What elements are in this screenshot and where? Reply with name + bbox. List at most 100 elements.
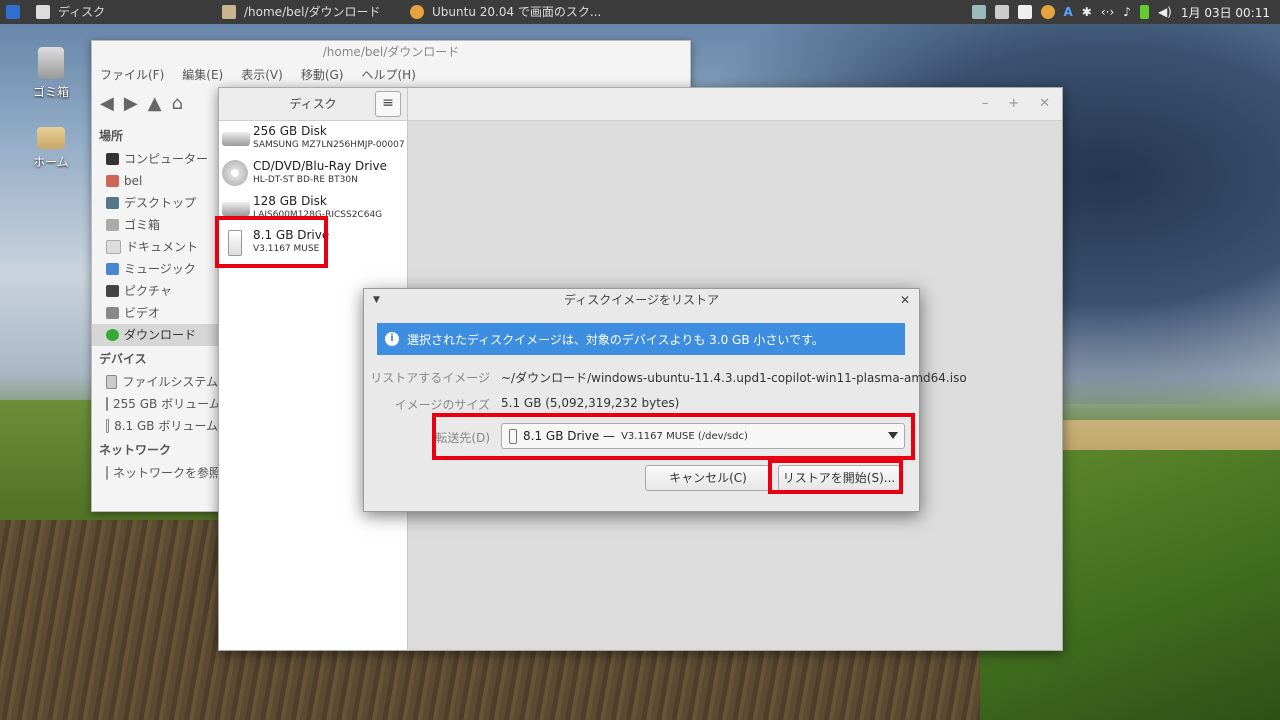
pictures-icon <box>106 285 119 297</box>
menu-go[interactable]: 移動(G) <box>301 66 344 83</box>
taskbar-item-browser[interactable]: Ubuntu 20.04 で画面のスク... <box>410 0 601 24</box>
desktop-home[interactable]: ホーム <box>21 123 81 170</box>
disk-device-128gb[interactable]: 128 GB Disk LAJS600M128G-RICSS2C64G <box>219 192 407 226</box>
devices-header: デバイス <box>99 352 147 366</box>
destination-select[interactable]: 8.1 GB Drive — V3.1167 MUSE (/dev/sdc) <box>501 423 905 449</box>
computer-icon <box>106 153 119 165</box>
device-label: 255 GB ボリューム <box>113 397 218 411</box>
place-label: ピクチャ <box>124 284 172 298</box>
place-downloads[interactable]: ダウンロード <box>92 324 218 346</box>
drive-icon <box>106 397 108 411</box>
start-restore-button[interactable]: リストアを開始(S)... <box>778 465 900 491</box>
place-label: ドキュメント <box>126 240 199 254</box>
place-home[interactable]: bel <box>92 170 218 192</box>
taskbar-item-disks[interactable]: ディスク <box>36 0 105 24</box>
place-music[interactable]: ミュージック <box>92 258 218 280</box>
disk-device-8gb[interactable]: 8.1 GB Drive V3.1167 MUSE <box>219 226 407 260</box>
info-bar: i 選択されたディスクイメージは、対象のデバイスよりも 3.0 GB 小さいです… <box>377 323 905 355</box>
disks-header: ディスク ≡ <box>219 88 407 121</box>
menu-help[interactable]: ヘルプ(H) <box>361 66 415 83</box>
device-model: SAMSUNG MZ7LN256HMJP-00007 <box>253 140 405 150</box>
taskbar-label: Ubuntu 20.04 で画面のスク... <box>432 5 602 19</box>
dialog-menu-icon[interactable]: ▼ <box>373 289 380 311</box>
dialog-close-icon[interactable]: ✕ <box>900 289 910 311</box>
maximize-icon[interactable]: + <box>1008 96 1019 111</box>
restore-image-dialog: ▼ ディスクイメージをリストア ✕ i 選択されたディスクイメージは、対象のデバ… <box>363 288 967 512</box>
desktop-trash[interactable]: ゴミ箱 <box>21 47 81 100</box>
places-sidebar: 場所 コンピューター bel デスクトップ ゴミ箱 ドキュメント ミュージック … <box>92 123 218 484</box>
device-8gb[interactable]: 8.1 GB ボリューム <box>92 415 218 437</box>
cancel-button[interactable]: キャンセル(C) <box>645 465 771 491</box>
screenshot-icon[interactable] <box>994 5 1009 19</box>
place-label: ゴミ箱 <box>124 218 161 232</box>
desktop-trash-label: ゴミ箱 <box>32 85 69 99</box>
place-pictures[interactable]: ピクチャ <box>92 280 218 302</box>
up-arrow-icon[interactable]: ▲ <box>148 93 162 114</box>
menu-view[interactable]: 表示(V) <box>241 66 283 83</box>
disk-device-optical[interactable]: CD/DVD/Blu-Ray Drive HL-DT-ST BD-RE BT30… <box>219 157 407 191</box>
usb-icon <box>228 230 242 256</box>
place-label: デスクトップ <box>124 196 197 210</box>
device-model: V3.1167 MUSE <box>253 244 320 254</box>
place-label: ミュージック <box>124 262 196 276</box>
hamburger-menu-icon[interactable]: ≡ <box>375 91 401 117</box>
image-label: リストアするイメージ <box>370 371 490 385</box>
menu-file[interactable]: ファイル(F) <box>100 66 164 83</box>
device-name: 256 GB Disk <box>253 124 327 138</box>
window-controls: – + ✕ <box>982 96 1050 111</box>
device-label: 8.1 GB ボリューム <box>114 419 218 433</box>
top-panel: ディスク /home/bel/ダウンロード Ubuntu 20.04 で画面のス… <box>0 0 1280 24</box>
minimize-icon[interactable]: – <box>982 96 989 111</box>
input-method-icon[interactable]: A <box>1064 5 1073 19</box>
bluetooth-icon[interactable]: ✱ <box>1082 5 1092 19</box>
whisker-menu-button[interactable] <box>6 0 20 24</box>
desktop-icon <box>106 197 119 209</box>
disks-title: ディスク <box>289 97 337 111</box>
device-255gb[interactable]: 255 GB ボリューム <box>92 393 218 415</box>
menu-edit[interactable]: 編集(E) <box>182 66 223 83</box>
device-label: ファイルシステム <box>122 375 218 389</box>
trash-icon <box>106 219 119 231</box>
place-computer[interactable]: コンピューター <box>92 148 218 170</box>
battery-icon[interactable] <box>1139 5 1149 19</box>
home-icon[interactable]: ⌂ <box>172 93 183 114</box>
system-tray: A ✱ ‹·› ♪ ◀) 1月 03日 00:11 <box>971 0 1270 24</box>
volume-icon[interactable]: ◀) <box>1158 5 1172 19</box>
monitor-icon[interactable] <box>971 5 986 19</box>
place-label: ビデオ <box>124 306 161 320</box>
place-trash[interactable]: ゴミ箱 <box>92 214 218 236</box>
disks-app-icon <box>36 5 50 19</box>
place-documents[interactable]: ドキュメント <box>92 236 218 258</box>
forward-arrow-icon[interactable]: ▶ <box>124 93 138 114</box>
window-title: /home/bel/ダウンロード <box>322 45 460 59</box>
place-videos[interactable]: ビデオ <box>92 302 218 324</box>
download-icon <box>106 329 119 341</box>
file-manager-menubar: ファイル(F) 編集(E) 表示(V) 移動(G) ヘルプ(H) <box>92 63 690 85</box>
desktop-home-label: ホーム <box>33 155 69 169</box>
close-icon[interactable]: ✕ <box>1039 96 1050 111</box>
network-header: ネットワーク <box>99 443 172 457</box>
size-value: 5.1 GB (5,092,319,232 bytes) <box>501 396 680 410</box>
notes-icon[interactable] <box>1017 5 1032 19</box>
dialog-titlebar: ▼ ディスクイメージをリストア ✕ <box>364 289 919 311</box>
back-arrow-icon[interactable]: ◀ <box>100 93 114 114</box>
destination-detail: V3.1167 MUSE (/dev/sdc) <box>621 430 748 442</box>
chrome-tray-icon[interactable] <box>1040 5 1055 19</box>
taskbar-item-files[interactable]: /home/bel/ダウンロード <box>222 0 380 24</box>
device-name: CD/DVD/Blu-Ray Drive <box>253 159 388 173</box>
clock[interactable]: 1月 03日 00:11 <box>1181 4 1270 21</box>
chrome-icon <box>410 5 424 19</box>
trash-icon <box>38 47 64 79</box>
disks-detail-header: – + ✕ <box>408 88 1062 121</box>
place-label: bel <box>124 174 143 188</box>
device-filesystem[interactable]: ファイルシステム <box>92 371 218 393</box>
folder-icon <box>222 5 236 19</box>
place-desktop[interactable]: デスクトップ <box>92 192 218 214</box>
network-icon[interactable]: ‹·› <box>1101 5 1114 19</box>
network-browse[interactable]: ネットワークを参照 <box>92 462 218 484</box>
dropdown-arrow-icon <box>888 432 898 439</box>
destination-label: 転送先(D) <box>435 431 490 445</box>
network-label: ネットワークを参照 <box>113 466 218 480</box>
disk-device-256gb[interactable]: 256 GB Disk SAMSUNG MZ7LN256HMJP-00007 <box>219 122 407 156</box>
notification-bell-icon[interactable]: ♪ <box>1123 5 1131 19</box>
